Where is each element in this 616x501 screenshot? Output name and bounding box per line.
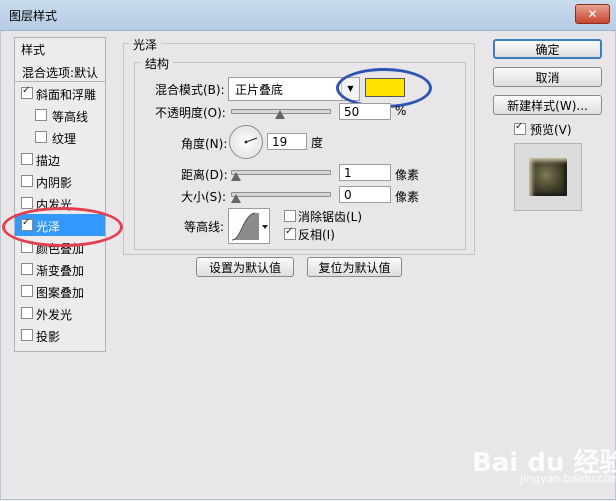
window-title: 图层样式 <box>9 9 58 23</box>
size-unit: 像素 <box>395 190 420 204</box>
antialias-checkbox[interactable] <box>284 210 296 222</box>
style-list-checkbox[interactable] <box>21 263 33 275</box>
angle-dial-icon <box>244 137 258 144</box>
watermark-url: jingyan.baidu.com <box>520 472 616 485</box>
new-style-button[interactable]: 新建样式(W)... <box>493 95 602 115</box>
invert-label: 反相(I) <box>298 228 335 242</box>
reset-default-button[interactable]: 复位为默认值 <box>307 257 402 277</box>
ok-button[interactable]: 确定 <box>493 39 602 59</box>
opacity-unit: % <box>395 104 407 118</box>
style-list-item[interactable]: 图案叠加 <box>15 280 105 302</box>
style-list-item[interactable]: 内阴影 <box>15 170 105 192</box>
style-list-item-label: 外发光 <box>36 308 73 322</box>
style-list-item[interactable]: 渐变叠加 <box>15 258 105 280</box>
style-list-item-label: 渐变叠加 <box>36 264 85 278</box>
size-slider-track[interactable] <box>231 192 331 197</box>
style-list-checkbox[interactable] <box>21 285 33 297</box>
style-preview-swatch <box>529 158 567 196</box>
distance-input[interactable]: 1 <box>339 164 391 181</box>
style-preview <box>514 143 582 211</box>
style-list: 样式 混合选项:默认斜面和浮雕等高线纹理描边内阴影内发光光泽颜色叠加渐变叠加图案… <box>14 37 106 352</box>
contour-picker[interactable] <box>228 208 270 244</box>
style-list-item-label: 斜面和浮雕 <box>36 88 97 102</box>
structure-group-title: 结构 <box>141 55 174 72</box>
cancel-button[interactable]: 取消 <box>493 67 602 87</box>
style-list-item[interactable]: 描边 <box>15 148 105 170</box>
close-icon: ✕ <box>587 7 598 21</box>
style-list-item[interactable]: 等高线 <box>15 104 105 126</box>
angle-input[interactable]: 19 <box>267 133 307 150</box>
distance-label: 距离(D): <box>181 168 228 182</box>
preview-checkbox[interactable] <box>514 121 526 135</box>
style-list-item-label: 投影 <box>36 330 61 344</box>
style-list-header: 样式 <box>21 43 46 57</box>
style-list-item-label: 等高线 <box>52 110 89 124</box>
invert-checkbox[interactable] <box>284 226 296 240</box>
satin-group-title: 光泽 <box>129 36 162 53</box>
blend-mode-label: 混合模式(B): <box>155 83 225 97</box>
angle-label: 角度(N): <box>181 137 228 151</box>
style-list-checkbox[interactable] <box>21 329 33 341</box>
contour-curve-icon <box>231 212 268 241</box>
angle-dial[interactable] <box>229 125 263 159</box>
style-list-checkbox[interactable] <box>21 197 33 209</box>
style-list-checkbox[interactable] <box>21 175 33 187</box>
preview-label: 预览(V) <box>530 123 572 137</box>
distance-slider-thumb[interactable] <box>231 172 241 181</box>
style-list-checkbox[interactable] <box>35 131 47 143</box>
style-list-item[interactable]: 外发光 <box>15 302 105 324</box>
size-slider-thumb[interactable] <box>231 194 241 203</box>
style-list-item-label: 纹理 <box>52 132 77 146</box>
antialias-label: 消除锯齿(L) <box>298 210 363 224</box>
style-list-checkbox[interactable] <box>21 307 33 319</box>
opacity-label: 不透明度(O): <box>155 106 226 120</box>
title-bar: 图层样式 ✕ <box>0 0 616 31</box>
style-list-item[interactable]: 斜面和浮雕 <box>15 82 105 104</box>
style-list-item-label: 描边 <box>36 154 61 168</box>
size-label: 大小(S): <box>181 190 227 204</box>
style-list-item[interactable]: 混合选项:默认 <box>15 60 105 82</box>
contour-label: 等高线: <box>184 220 225 234</box>
set-default-button[interactable]: 设置为默认值 <box>196 257 294 277</box>
opacity-slider-thumb[interactable] <box>275 110 285 119</box>
size-input[interactable]: 0 <box>339 186 391 203</box>
style-list-checkbox[interactable] <box>21 85 33 99</box>
annotation-ellipse-red <box>2 207 123 247</box>
style-list-item-label: 混合选项:默认 <box>22 66 99 80</box>
distance-unit: 像素 <box>395 168 420 182</box>
distance-slider-track[interactable] <box>231 170 331 175</box>
style-list-checkbox[interactable] <box>21 153 33 165</box>
opacity-input[interactable]: 50 <box>339 103 391 120</box>
style-list-item-label: 图案叠加 <box>36 286 85 300</box>
style-list-item-label: 内阴影 <box>36 176 73 190</box>
style-list-item[interactable]: 纹理 <box>15 126 105 148</box>
angle-unit: 度 <box>311 136 324 150</box>
annotation-ellipse-blue <box>336 68 432 108</box>
close-button[interactable]: ✕ <box>575 4 610 24</box>
blend-mode-value: 正片叠底 <box>235 83 284 97</box>
style-list-item[interactable]: 投影 <box>15 324 105 346</box>
style-list-checkbox[interactable] <box>35 109 47 121</box>
